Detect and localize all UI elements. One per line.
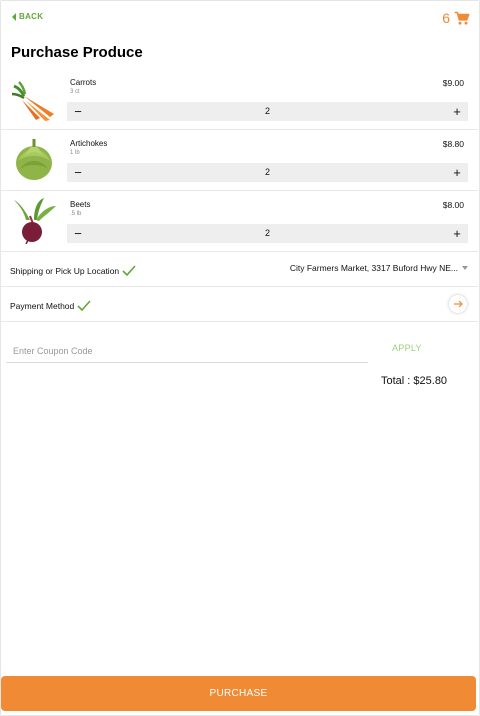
item-unit: 1 lb [70, 150, 80, 156]
item-price: $8.00 [442, 200, 464, 210]
quantity-value: 2 [264, 228, 270, 238]
beet-image [14, 198, 56, 244]
cart-count: 6 [442, 10, 450, 26]
item-name: Artichokes [70, 139, 108, 148]
increase-quantity-button[interactable]: + [446, 102, 468, 121]
cart-item-beets: Beets .5 lb $8.00 − 2 + [0, 190, 478, 252]
back-label: BACK [19, 12, 44, 21]
back-button[interactable]: BACK [12, 12, 43, 21]
item-price: $9.00 [442, 78, 464, 88]
shipping-label: Shipping or Pick Up Location [10, 265, 120, 276]
cart-button[interactable]: 6 [442, 10, 470, 26]
shipping-location-value: City Farmers Market, 3317 Buford Hwy NE.… [289, 263, 458, 273]
back-arrow-icon [12, 12, 16, 21]
shipping-location-select[interactable]: City Farmers Market, 3317 Buford Hwy NE.… [290, 263, 468, 273]
quantity-stepper: − 2 + [67, 102, 468, 121]
page-title: Purchase Produce [11, 44, 143, 61]
arrow-right-icon [454, 300, 463, 308]
shipping-row: Shipping or Pick Up Location City Farmer… [0, 252, 478, 287]
item-name: Carrots [70, 78, 97, 87]
increase-quantity-button[interactable]: + [446, 224, 468, 243]
cart-item-artichokes: Artichokes 1 lb $8.80 − 2 + [0, 129, 478, 191]
payment-label: Payment Method [10, 300, 75, 311]
order-total: Total : $25.80 [381, 375, 448, 387]
coupon-code-input[interactable] [6, 340, 368, 363]
payment-label-group: Payment Method [10, 300, 91, 311]
cart-item-carrots: Carrots 3 ct $9.00 − 2 + [0, 68, 478, 130]
shipping-label-group: Shipping or Pick Up Location [10, 265, 136, 276]
increase-quantity-button[interactable]: + [446, 163, 468, 182]
quantity-stepper: − 2 + [67, 224, 468, 243]
quantity-stepper: − 2 + [67, 163, 468, 182]
artichoke-image [16, 139, 52, 180]
item-name: Beets [70, 200, 91, 209]
payment-row: Payment Method [0, 287, 478, 322]
payment-method-button[interactable] [449, 295, 467, 313]
item-unit: 3 ct [70, 89, 80, 95]
dropdown-caret-icon [462, 266, 468, 270]
shopping-cart-icon [454, 11, 470, 25]
checkmark-icon [122, 265, 136, 276]
apply-coupon-button[interactable]: APPLY [392, 343, 422, 353]
purchase-button[interactable]: PURCHASE [1, 676, 476, 711]
item-price: $8.80 [442, 139, 464, 149]
carrots-image [11, 81, 54, 121]
quantity-value: 2 [264, 106, 270, 116]
item-unit: .5 lb [70, 211, 82, 217]
quantity-value: 2 [264, 167, 270, 177]
checkmark-icon [77, 300, 91, 311]
